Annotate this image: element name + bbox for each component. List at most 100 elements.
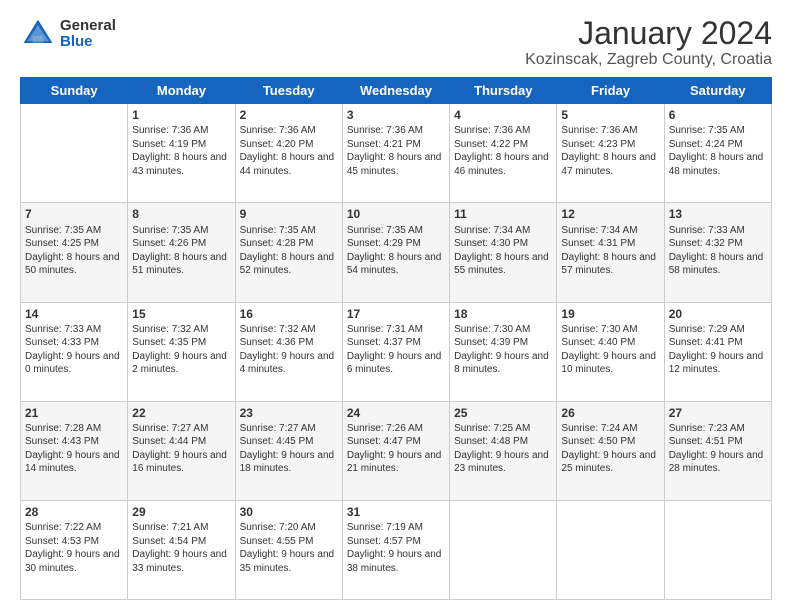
sunrise: Sunrise: 7:35 AM (347, 225, 423, 236)
sunrise: Sunrise: 7:36 AM (347, 125, 423, 136)
col-monday: Monday (128, 78, 235, 104)
day-number: 25 (454, 405, 552, 421)
day-number: 24 (347, 405, 445, 421)
daylight: Daylight: 9 hours and 21 minutes. (347, 450, 442, 475)
daylight: Daylight: 9 hours and 25 minutes. (561, 450, 656, 475)
daylight: Daylight: 9 hours and 8 minutes. (454, 351, 549, 376)
daylight: Daylight: 8 hours and 46 minutes. (454, 152, 549, 177)
sunrise: Sunrise: 7:36 AM (240, 125, 316, 136)
sunset: Sunset: 4:20 PM (240, 139, 314, 150)
sunset: Sunset: 4:54 PM (132, 536, 206, 547)
calendar-cell: 23Sunrise: 7:27 AMSunset: 4:45 PMDayligh… (235, 401, 342, 500)
sunset: Sunset: 4:21 PM (347, 139, 421, 150)
calendar-cell: 26 Sunrise: 7:24 AM Sunset: 4:50 PM Dayligh… (557, 401, 664, 500)
sunrise: Sunrise: 7:28 AM (25, 423, 101, 434)
calendar-cell (450, 500, 557, 599)
day-number: 11 (454, 206, 552, 222)
sunset: Sunset: 4:53 PM (25, 536, 99, 547)
sunrise: Sunrise: 7:30 AM (454, 324, 530, 335)
calendar-cell: 15Sunrise: 7:32 AMSunset: 4:35 PMDayligh… (128, 302, 235, 401)
col-tuesday: Tuesday (235, 78, 342, 104)
sunrise: Sunrise: 7:24 AM (561, 423, 637, 434)
calendar-cell: 18 Sunrise: 7:30 AM Sunset: 4:39 PM Dayligh… (450, 302, 557, 401)
calendar-cell: 9Sunrise: 7:35 AMSunset: 4:28 PMDaylight… (235, 203, 342, 302)
calendar-cell: 28Sunrise: 7:22 AMSunset: 4:53 PMDayligh… (21, 500, 128, 599)
week-row-4: 21Sunrise: 7:28 AMSunset: 4:43 PMDayligh… (21, 401, 772, 500)
sunset: Sunset: 4:57 PM (347, 536, 421, 547)
calendar-cell: 12Sunrise: 7:34 AMSunset: 4:31 PMDayligh… (557, 203, 664, 302)
day-number: 27 (669, 405, 767, 421)
day-number: 7 (25, 206, 123, 222)
sunrise: Sunrise: 7:35 AM (25, 225, 101, 236)
day-number: 1 (132, 107, 230, 123)
week-row-2: 7 Sunrise: 7:35 AM Sunset: 4:25 PM Daylight… (21, 203, 772, 302)
sunrise: Sunrise: 7:36 AM (561, 125, 637, 136)
sunset: Sunset: 4:48 PM (454, 436, 528, 447)
day-number: 31 (347, 504, 445, 520)
sunrise: Sunrise: 7:35 AM (240, 225, 316, 236)
daylight: Daylight: 9 hours and 4 minutes. (240, 351, 335, 376)
logo-blue-text: Blue (60, 34, 116, 51)
daylight: Daylight: 9 hours and 35 minutes. (240, 549, 335, 574)
col-wednesday: Wednesday (342, 78, 449, 104)
calendar-cell: 17Sunrise: 7:31 AMSunset: 4:37 PMDayligh… (342, 302, 449, 401)
sunset: Sunset: 4:39 PM (454, 337, 528, 348)
daylight: Daylight: 8 hours and 44 minutes. (240, 152, 335, 177)
calendar-cell: 5Sunrise: 7:36 AMSunset: 4:23 PMDaylight… (557, 104, 664, 203)
calendar-cell: 2Sunrise: 7:36 AMSunset: 4:20 PMDaylight… (235, 104, 342, 203)
sunset: Sunset: 4:32 PM (669, 238, 743, 249)
calendar-cell: 21Sunrise: 7:28 AMSunset: 4:43 PMDayligh… (21, 401, 128, 500)
header-row: Sunday Monday Tuesday Wednesday Thursday… (21, 78, 772, 104)
day-number: 8 (132, 206, 230, 222)
sunset: Sunset: 4:50 PM (561, 436, 635, 447)
daylight: Daylight: 8 hours and 51 minutes. (132, 252, 227, 277)
col-thursday: Thursday (450, 78, 557, 104)
sunset: Sunset: 4:30 PM (454, 238, 528, 249)
calendar-cell: 31Sunrise: 7:19 AMSunset: 4:57 PMDayligh… (342, 500, 449, 599)
logo-icon (20, 16, 56, 52)
logo-general-text: General (60, 18, 116, 35)
daylight: Daylight: 9 hours and 30 minutes. (25, 549, 120, 574)
day-number: 29 (132, 504, 230, 520)
daylight: Daylight: 9 hours and 18 minutes. (240, 450, 335, 475)
sunset: Sunset: 4:37 PM (347, 337, 421, 348)
daylight: Daylight: 9 hours and 23 minutes. (454, 450, 549, 475)
sunset: Sunset: 4:36 PM (240, 337, 314, 348)
day-number: 3 (347, 107, 445, 123)
daylight: Daylight: 8 hours and 54 minutes. (347, 252, 442, 277)
sunset: Sunset: 4:22 PM (454, 139, 528, 150)
sunrise: Sunrise: 7:33 AM (25, 324, 101, 335)
day-number: 17 (347, 306, 445, 322)
daylight: Daylight: 8 hours and 50 minutes. (25, 252, 120, 277)
sunrise: Sunrise: 7:32 AM (132, 324, 208, 335)
sunset: Sunset: 4:31 PM (561, 238, 635, 249)
sunset: Sunset: 4:25 PM (25, 238, 99, 249)
sunrise: Sunrise: 7:27 AM (240, 423, 316, 434)
calendar-table: Sunday Monday Tuesday Wednesday Thursday… (20, 77, 772, 600)
day-number: 18 (454, 306, 552, 322)
calendar-cell: 27Sunrise: 7:23 AMSunset: 4:51 PMDayligh… (664, 401, 771, 500)
day-number: 30 (240, 504, 338, 520)
daylight: Daylight: 8 hours and 47 minutes. (561, 152, 656, 177)
day-number: 12 (561, 206, 659, 222)
day-number: 21 (25, 405, 123, 421)
logo-text: General Blue (60, 18, 116, 51)
day-number: 6 (669, 107, 767, 123)
col-friday: Friday (557, 78, 664, 104)
sunset: Sunset: 4:19 PM (132, 139, 206, 150)
sunrise: Sunrise: 7:29 AM (669, 324, 745, 335)
sunset: Sunset: 4:55 PM (240, 536, 314, 547)
sunrise: Sunrise: 7:26 AM (347, 423, 423, 434)
sunrise: Sunrise: 7:33 AM (669, 225, 745, 236)
daylight: Daylight: 8 hours and 57 minutes. (561, 252, 656, 277)
day-number: 26 (561, 405, 659, 421)
page: General Blue January 2024 Kozinscak, Zag… (0, 0, 792, 612)
calendar-title: January 2024 (525, 16, 772, 51)
daylight: Daylight: 8 hours and 43 minutes. (132, 152, 227, 177)
calendar-cell (664, 500, 771, 599)
sunrise: Sunrise: 7:25 AM (454, 423, 530, 434)
sunrise: Sunrise: 7:36 AM (454, 125, 530, 136)
sunset: Sunset: 4:28 PM (240, 238, 314, 249)
daylight: Daylight: 9 hours and 28 minutes. (669, 450, 764, 475)
calendar-cell: 30Sunrise: 7:20 AMSunset: 4:55 PMDayligh… (235, 500, 342, 599)
